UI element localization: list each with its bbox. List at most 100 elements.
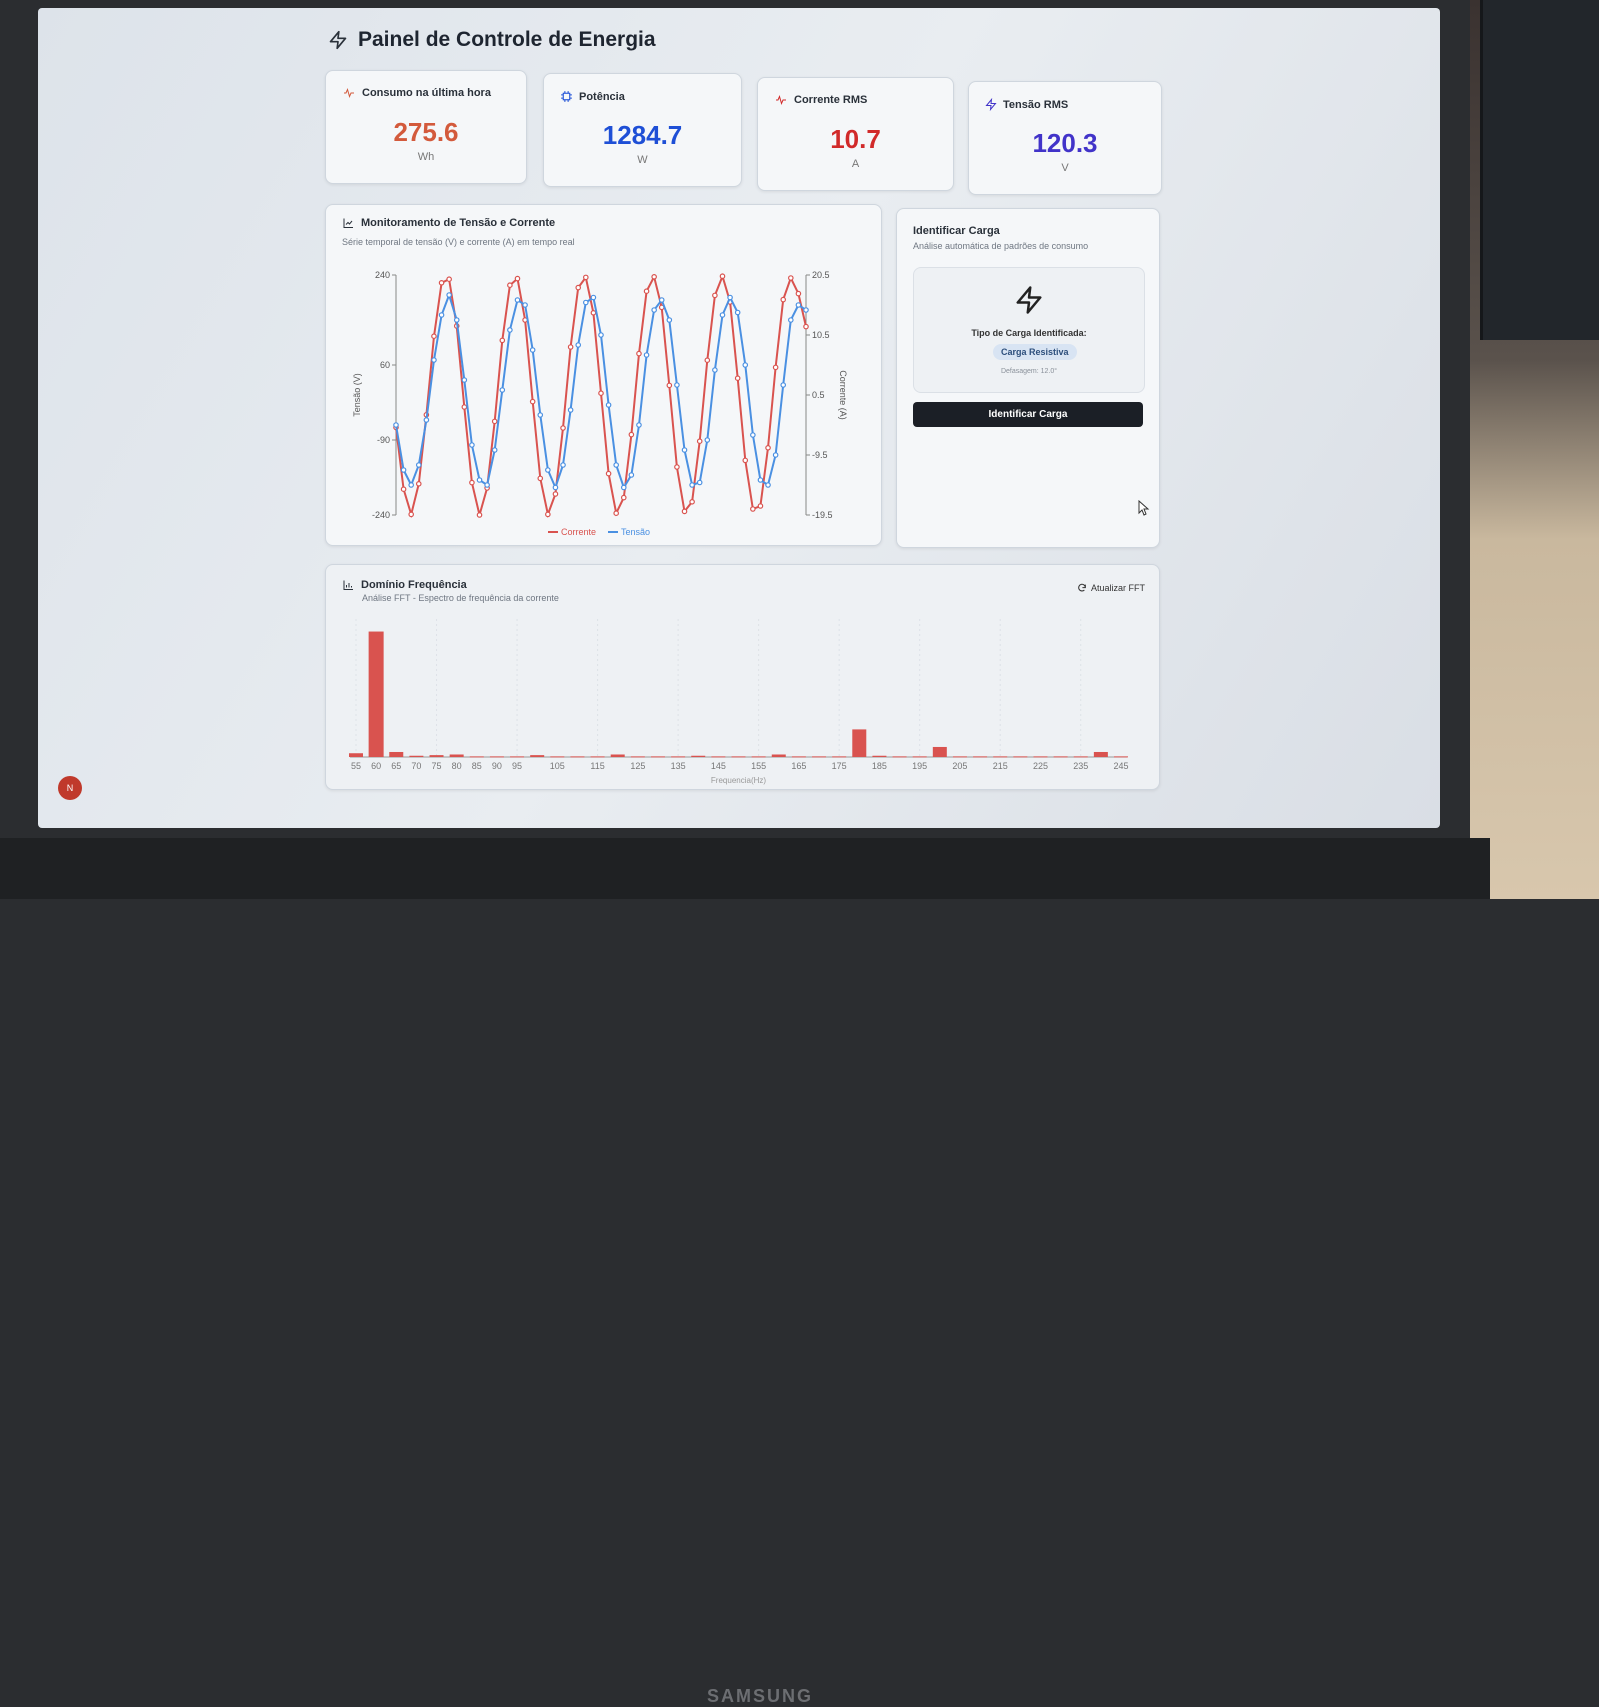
identify-load-button[interactable]: Identificar Carga — [913, 402, 1143, 427]
x-tick-label: 55 — [351, 761, 361, 771]
data-point — [628, 472, 635, 478]
data-point — [780, 382, 787, 388]
data-point — [727, 294, 733, 301]
fft-bar — [852, 729, 867, 757]
x-tick-label: 95 — [512, 761, 522, 771]
fft-bar — [751, 756, 766, 758]
data-point — [567, 344, 574, 350]
dashboard-screen: Painel de Controle de Energia Consumo na… — [38, 8, 1440, 828]
x-tick-label: 75 — [432, 761, 442, 771]
data-point — [772, 452, 779, 458]
data-point — [674, 464, 680, 470]
data-point — [704, 357, 711, 364]
identify-panel: Identificar Carga Análise automática de … — [896, 208, 1160, 548]
y-axis-label-right: Corrente (A) — [838, 370, 848, 420]
data-point — [552, 491, 559, 497]
y-tick-label-right: -9.5 — [812, 450, 828, 460]
zap-icon — [1016, 286, 1042, 314]
data-point — [803, 323, 809, 330]
x-tick-label: 85 — [472, 761, 482, 771]
fft-bar — [711, 756, 726, 758]
fft-bar — [570, 756, 585, 758]
metric-unit: Wh — [417, 151, 435, 163]
data-point — [628, 431, 635, 438]
x-tick-label: 155 — [751, 761, 766, 771]
fft-bar — [610, 754, 625, 757]
monitor-panel: Monitoramento de Tensão e Corrente Série… — [325, 204, 882, 546]
data-point — [613, 462, 619, 468]
data-point — [529, 398, 536, 405]
x-tick-label: 215 — [993, 761, 1008, 771]
x-axis-label: Frequencia(Hz) — [711, 776, 766, 785]
identify-subtitle: Análise automática de padrões de consumo — [913, 241, 1089, 251]
load-type-label: Tipo de Carga Identificada: — [971, 328, 1087, 338]
x-tick-label: 65 — [391, 761, 401, 771]
data-point — [583, 274, 589, 281]
x-tick-label: 235 — [1073, 761, 1088, 771]
refresh-fft-button[interactable]: Atualizar FFT — [1077, 583, 1145, 593]
data-point — [583, 299, 589, 306]
data-point — [529, 347, 536, 353]
x-tick-label: 60 — [371, 761, 381, 771]
data-point — [712, 292, 718, 299]
legend-label-voltage: Tensão — [621, 527, 650, 537]
data-point — [636, 422, 642, 428]
fft-bar — [952, 756, 967, 758]
data-point — [423, 417, 430, 423]
data-point — [666, 382, 673, 389]
data-point — [461, 377, 468, 383]
data-point — [719, 312, 726, 318]
data-point — [605, 470, 612, 477]
data-point — [666, 317, 673, 323]
x-tick-label: 90 — [492, 761, 502, 771]
data-point — [453, 317, 460, 323]
metric-card-consumption: Consumo na última hora 275.6 Wh — [325, 70, 527, 184]
data-point — [491, 418, 498, 425]
data-point — [598, 332, 604, 338]
data-point — [750, 506, 756, 512]
data-point — [514, 297, 521, 303]
data-point — [514, 275, 521, 282]
data-point — [507, 327, 513, 333]
metric-card-voltage: Tensão RMS 120.3 V — [968, 81, 1162, 195]
metric-unit: W — [637, 154, 648, 166]
data-point — [658, 297, 665, 303]
data-point — [742, 362, 749, 368]
metric-card-power: Potência 1284.7 W — [543, 73, 742, 187]
metric-value: 10.7 — [830, 124, 881, 154]
fft-bar — [993, 756, 1008, 758]
data-point — [620, 484, 627, 491]
x-tick-label: 175 — [832, 761, 847, 771]
data-point — [461, 404, 468, 410]
x-tick-label: 225 — [1033, 761, 1048, 771]
y-tick-label-left: 60 — [380, 360, 390, 370]
fft-bar — [368, 631, 384, 757]
data-point — [598, 390, 604, 397]
data-point — [742, 457, 749, 464]
brand-logo: SAMSUNG — [706, 1686, 813, 1706]
fft-bar — [409, 755, 424, 757]
y-axis-label-left: Tensão (V) — [352, 373, 362, 417]
x-tick-label: 125 — [630, 761, 645, 771]
line-chart-icon — [343, 218, 353, 228]
x-tick-label: 205 — [952, 761, 967, 771]
avatar[interactable]: N — [58, 776, 82, 800]
metric-label: Potência — [579, 90, 625, 103]
data-point — [651, 273, 657, 280]
fft-bar — [530, 755, 545, 757]
data-point — [575, 342, 582, 348]
x-tick-label: 185 — [872, 761, 887, 771]
data-point — [719, 273, 726, 280]
fft-bar — [731, 756, 746, 758]
data-point — [545, 467, 551, 473]
fft-bar — [1013, 756, 1028, 758]
fft-bar — [892, 756, 907, 758]
data-point — [438, 279, 445, 286]
data-point — [469, 479, 475, 486]
zap-icon — [329, 30, 347, 50]
metric-label: Tensão RMS — [1003, 98, 1069, 111]
fft-bar — [771, 754, 786, 757]
y-tick-label-right: -19.5 — [812, 510, 833, 520]
data-point — [696, 438, 703, 445]
fft-bar — [449, 754, 464, 757]
